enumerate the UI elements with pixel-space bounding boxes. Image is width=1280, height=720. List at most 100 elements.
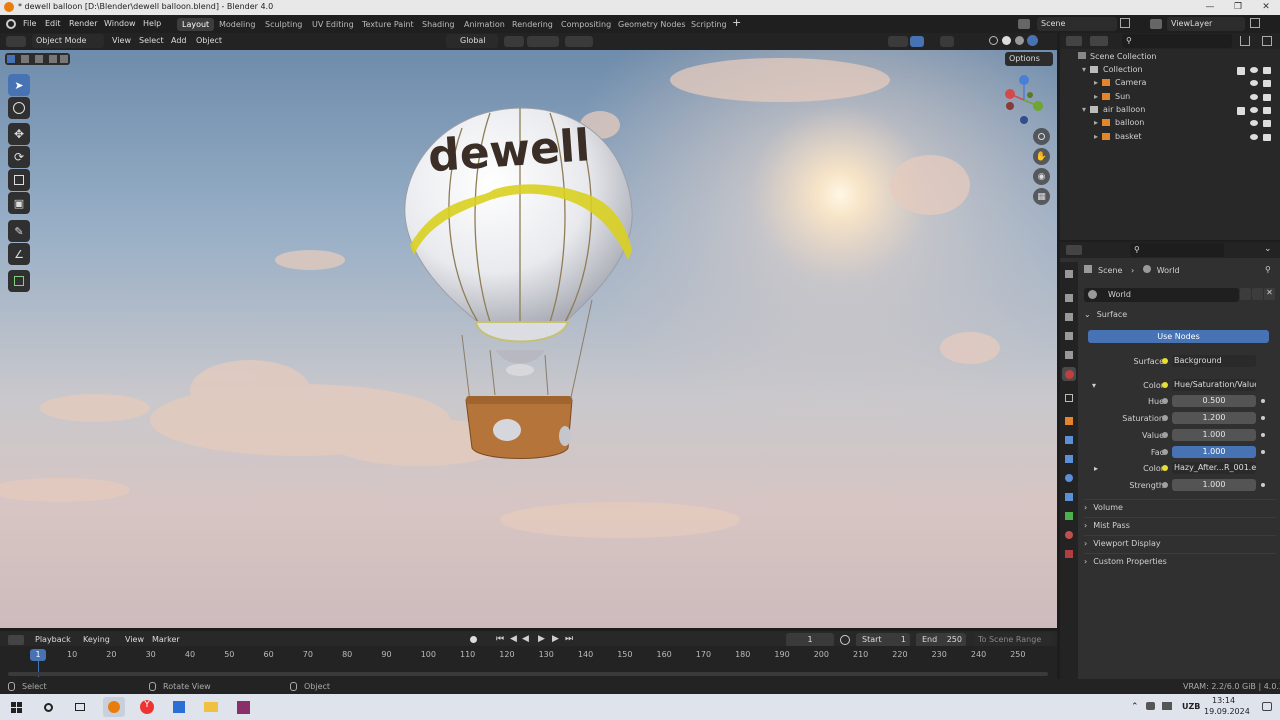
node-link-field[interactable]: Hue/Saturation/Value bbox=[1172, 379, 1256, 391]
render-camera-icon[interactable] bbox=[1263, 93, 1271, 101]
transform-orientation[interactable]: Global bbox=[446, 34, 498, 48]
outliner-row-balloon[interactable]: ▸ balloon bbox=[1060, 118, 1280, 131]
menu-edit[interactable]: Edit bbox=[45, 19, 61, 28]
tab-uv-editing[interactable]: UV Editing bbox=[307, 18, 359, 31]
tab-scripting[interactable]: Scripting bbox=[686, 18, 732, 31]
add-cube-tool[interactable] bbox=[8, 270, 30, 292]
world-datablock[interactable]: World bbox=[1084, 288, 1239, 302]
socket-icon[interactable] bbox=[1162, 382, 1168, 388]
pin-icon[interactable]: ⚲ bbox=[1265, 265, 1271, 274]
tab-sculpting[interactable]: Sculpting bbox=[260, 18, 307, 31]
scene-selector-icon[interactable] bbox=[1018, 19, 1030, 29]
outliner-row-sun[interactable]: ▸ Sun bbox=[1060, 92, 1280, 105]
select-subtract-icon[interactable] bbox=[35, 55, 43, 63]
tab-texture-paint[interactable]: Texture Paint bbox=[357, 18, 419, 31]
timeline-editor-icon[interactable] bbox=[8, 635, 24, 645]
fake-user-icon[interactable] bbox=[1240, 288, 1251, 300]
expand-down-icon[interactable]: ▾ bbox=[1092, 381, 1096, 390]
select-box-tool[interactable]: ➤ bbox=[8, 74, 30, 96]
keyframe-dot-icon[interactable] bbox=[1261, 416, 1265, 420]
render-camera-icon[interactable] bbox=[1263, 106, 1271, 114]
properties-search-input[interactable]: ⚲ bbox=[1130, 243, 1224, 257]
socket-icon[interactable] bbox=[1162, 449, 1168, 455]
tool-tab[interactable] bbox=[1062, 267, 1076, 281]
new-collection-icon[interactable] bbox=[1262, 36, 1272, 46]
tab-geometry-nodes[interactable]: Geometry Nodes bbox=[613, 18, 690, 31]
tab-rendering[interactable]: Rendering bbox=[507, 18, 558, 31]
tab-compositing[interactable]: Compositing bbox=[556, 18, 616, 31]
particles-tab[interactable] bbox=[1062, 452, 1076, 466]
new-scene-icon[interactable] bbox=[1120, 18, 1130, 28]
section-mist-pass[interactable]: › Mist Pass bbox=[1084, 517, 1276, 533]
render-camera-icon[interactable] bbox=[1263, 133, 1271, 141]
chevron-down-icon[interactable]: ⌄ bbox=[1264, 244, 1272, 254]
eye-icon[interactable] bbox=[1250, 93, 1258, 100]
gizmo-toggle-icon[interactable] bbox=[910, 36, 924, 47]
jump-start-icon[interactable]: ⏮ bbox=[496, 634, 504, 644]
current-frame-field[interactable]: 1 bbox=[786, 633, 834, 647]
tab-shading[interactable]: Shading bbox=[417, 18, 460, 31]
physics-tab[interactable] bbox=[1062, 471, 1076, 485]
taskbar-explorer[interactable] bbox=[200, 697, 222, 717]
prev-keyframe-icon[interactable]: ◀ bbox=[510, 634, 517, 644]
properties-editor-icon[interactable] bbox=[1066, 245, 1082, 255]
overlay-icon[interactable] bbox=[940, 36, 954, 47]
timeline-ruler[interactable]: 1 10 20 30 40 50 60 70 80 90 100 110 120 130 140 150 16… bbox=[0, 646, 1057, 679]
data-tab[interactable] bbox=[1062, 509, 1076, 523]
expand-right-icon[interactable]: ▸ bbox=[1094, 92, 1098, 101]
tab-animation[interactable]: Animation bbox=[459, 18, 510, 31]
taskbar-app[interactable] bbox=[168, 697, 190, 717]
close-icon[interactable]: ✕ bbox=[1252, 0, 1280, 15]
render-camera-icon[interactable] bbox=[1263, 80, 1271, 88]
keyframe-dot-icon[interactable] bbox=[1261, 483, 1265, 487]
outliner-editor-icon[interactable] bbox=[1066, 36, 1082, 46]
menu-marker[interactable]: Marker bbox=[152, 635, 180, 644]
menu-timeline-view[interactable]: View bbox=[125, 635, 144, 644]
outliner-root[interactable]: Scene Collection bbox=[1060, 52, 1280, 65]
number-field[interactable]: 1.000 bbox=[1172, 479, 1256, 491]
socket-icon[interactable] bbox=[1162, 465, 1168, 471]
outliner-row-camera[interactable]: ▸ Camera bbox=[1060, 78, 1280, 91]
eye-icon[interactable] bbox=[1250, 106, 1258, 113]
maximize-icon[interactable]: ❐ bbox=[1224, 0, 1252, 15]
display-mode-icon[interactable] bbox=[1090, 36, 1108, 46]
cursor-tool[interactable] bbox=[8, 97, 30, 119]
measure-tool[interactable]: ∠ bbox=[8, 243, 30, 265]
collection-tab[interactable] bbox=[1062, 391, 1076, 405]
section-volume[interactable]: › Volume bbox=[1084, 499, 1276, 515]
node-link-field[interactable]: Background bbox=[1172, 355, 1256, 367]
play-reverse-icon[interactable]: ◀ bbox=[522, 634, 529, 644]
keyframe-dot-icon[interactable] bbox=[1261, 399, 1265, 403]
menu-render[interactable]: Render bbox=[69, 19, 97, 28]
clock-icon[interactable] bbox=[840, 635, 850, 645]
rendered-shading-icon[interactable] bbox=[1027, 35, 1038, 46]
notification-icon[interactable] bbox=[1262, 702, 1272, 711]
taskbar-yandex[interactable]: Y bbox=[136, 697, 158, 717]
pan-view-button[interactable]: ✋ bbox=[1033, 148, 1050, 165]
expand-down-icon[interactable]: ▾ bbox=[1082, 105, 1086, 114]
visibility-icon[interactable] bbox=[888, 36, 908, 47]
view-layer-tab[interactable] bbox=[1062, 329, 1076, 343]
network-icon[interactable] bbox=[1146, 702, 1155, 710]
number-field[interactable]: 1.000 bbox=[1172, 429, 1256, 441]
scale-tool[interactable] bbox=[8, 169, 30, 191]
pivot-icon[interactable] bbox=[504, 36, 524, 47]
tray-expand-icon[interactable]: ⌃ bbox=[1131, 702, 1139, 712]
playhead[interactable]: 1 bbox=[30, 649, 46, 661]
eye-icon[interactable] bbox=[1250, 67, 1258, 73]
menu-object[interactable]: Object bbox=[196, 36, 222, 45]
clock-time[interactable]: 13:14 bbox=[1212, 696, 1235, 705]
expand-right-icon[interactable]: ▸ bbox=[1094, 78, 1098, 87]
expand-down-icon[interactable]: ▾ bbox=[1082, 65, 1086, 74]
surface-section-header[interactable]: ⌄ Surface bbox=[1084, 310, 1276, 319]
modifier-tab[interactable] bbox=[1062, 433, 1076, 447]
number-field[interactable]: 0.500 bbox=[1172, 395, 1256, 407]
record-icon[interactable] bbox=[470, 636, 477, 643]
outliner-row-air-balloon[interactable]: ▾ air balloon bbox=[1060, 105, 1280, 118]
select-intersect-icon[interactable] bbox=[60, 55, 68, 63]
timeline-scrollbar[interactable] bbox=[8, 672, 1048, 676]
proportional-edit-icon[interactable] bbox=[565, 36, 593, 47]
socket-icon[interactable] bbox=[1162, 432, 1168, 438]
keyframe-dot-icon[interactable] bbox=[1261, 450, 1265, 454]
transform-tool[interactable]: ▣ bbox=[8, 192, 30, 214]
